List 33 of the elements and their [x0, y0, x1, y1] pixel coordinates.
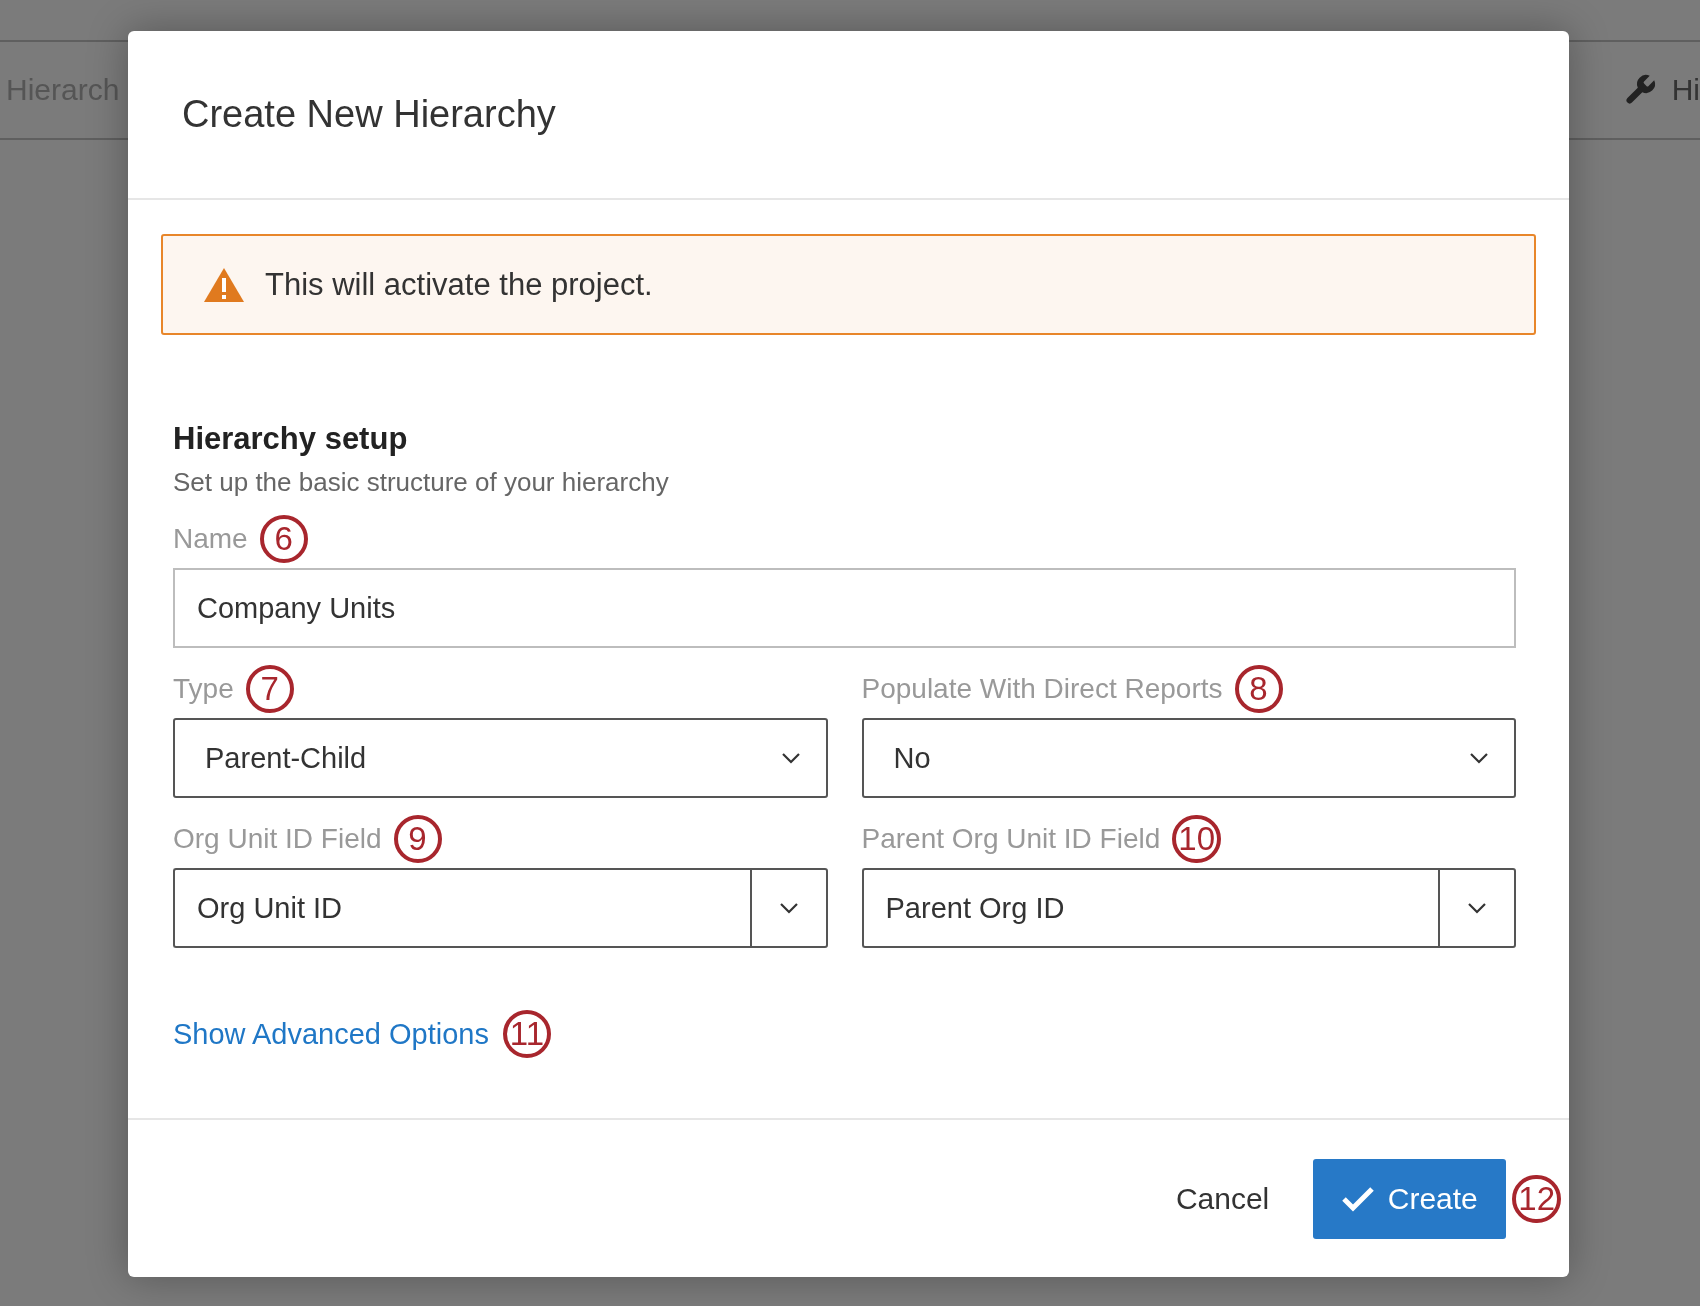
chevron-down-icon [1470, 752, 1488, 764]
combo-input[interactable]: Parent Org ID [861, 868, 1438, 948]
section-title: Hierarchy setup [173, 421, 409, 457]
dialog-title: Create New Hierarchy [182, 93, 556, 136]
create-button[interactable]: Create [1313, 1158, 1507, 1239]
section-subtitle: Set up the basic structure of your hierarchy [173, 467, 670, 498]
checkmark-icon [1341, 1185, 1374, 1212]
callout-number: 11 [503, 1010, 551, 1058]
field-label: Populate With Direct Reports [861, 673, 1223, 705]
field-label: Parent Org Unit ID Field [861, 823, 1161, 855]
field-label: Type [173, 673, 234, 705]
name-input[interactable]: Company Units [173, 568, 1516, 648]
callout-number: 6 [259, 515, 308, 563]
cancel-button[interactable]: Cancel [1175, 1171, 1270, 1226]
callout-number: 9 [393, 815, 442, 863]
chevron-down-icon [1468, 902, 1486, 914]
field-label: Name [173, 523, 248, 555]
select-dropdown[interactable]: No [861, 718, 1516, 798]
callout-number: 10 [1172, 815, 1221, 863]
callout-number: 8 [1234, 665, 1283, 713]
dropdown-button[interactable] [749, 868, 828, 948]
dropdown-button[interactable] [1438, 868, 1516, 948]
field-label: Org Unit ID Field [173, 823, 382, 855]
chevron-down-icon [781, 752, 800, 764]
combo-input[interactable]: Org Unit ID [173, 868, 750, 948]
toolbar-label: Hi [1671, 73, 1700, 107]
warning-icon [203, 266, 245, 303]
warning-text: This will activate the project. [265, 266, 653, 303]
callout-number: 7 [245, 665, 294, 713]
chevron-down-icon [779, 902, 798, 914]
select-dropdown[interactable]: Parent-Child [173, 718, 828, 798]
advanced-options-link[interactable]: Show Advanced Options [173, 1017, 489, 1051]
callout-number: 12 [1512, 1174, 1561, 1223]
